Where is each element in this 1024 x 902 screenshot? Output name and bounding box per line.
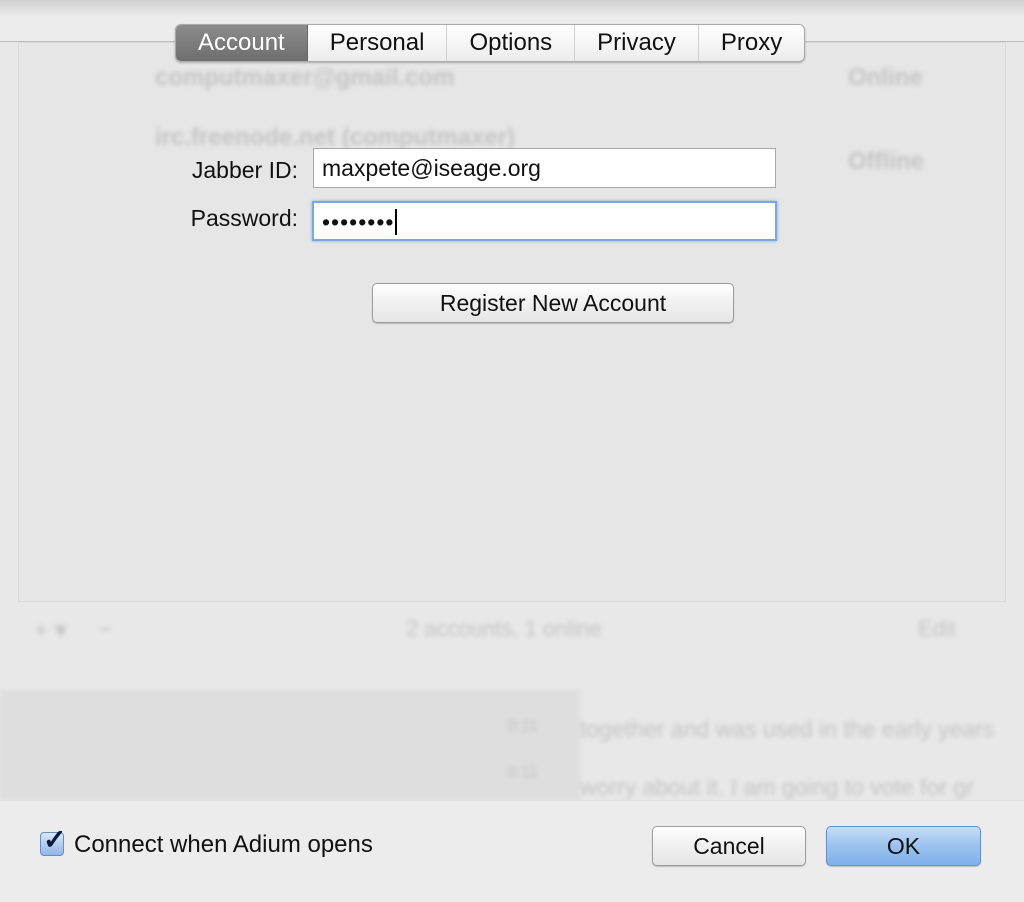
- bg-account-1: computmaxer@gmail.com: [155, 64, 455, 91]
- tab-personal[interactable]: Personal: [308, 25, 448, 61]
- bg-summary: 2 accounts, 1 online: [406, 616, 602, 641]
- bg-time-1: 0:11: [508, 718, 538, 735]
- bg-time-2: 0:11: [508, 764, 538, 781]
- bg-chat-1: together and was used in the early years: [580, 716, 995, 742]
- password-input[interactable]: ••••••••: [312, 201, 777, 241]
- tab-bar: Account Personal Options Privacy Proxy: [175, 24, 806, 62]
- bg-add: + ▾: [34, 617, 67, 644]
- register-new-account-button[interactable]: Register New Account: [372, 283, 734, 323]
- bg-account-1-status: Online: [848, 64, 923, 91]
- bg-remove: −: [98, 616, 113, 643]
- bg-chat-2: worry about it. I am going to vote for g…: [580, 774, 974, 800]
- connect-label[interactable]: Connect when Adium opens: [74, 831, 373, 859]
- text-cursor: [395, 209, 398, 235]
- tab-proxy[interactable]: Proxy: [699, 25, 804, 61]
- connect-checkbox[interactable]: ✓: [40, 824, 66, 856]
- jabber-id-input[interactable]: maxpete@iseage.org: [313, 148, 776, 188]
- tab-options[interactable]: Options: [447, 25, 576, 61]
- cancel-button[interactable]: Cancel: [652, 826, 806, 866]
- ok-button[interactable]: OK: [826, 826, 981, 866]
- jabber-id-label: Jabber ID:: [191, 157, 298, 183]
- bg-chat-list: [0, 690, 580, 800]
- bg-account-2-status: Offline: [848, 148, 924, 175]
- bg-edit: Edit: [918, 616, 956, 641]
- tab-account[interactable]: Account: [176, 25, 308, 61]
- tab-privacy[interactable]: Privacy: [575, 25, 699, 61]
- password-label: Password:: [190, 205, 298, 231]
- checkmark-icon: ✓: [43, 824, 67, 855]
- password-value: ••••••••: [322, 209, 395, 235]
